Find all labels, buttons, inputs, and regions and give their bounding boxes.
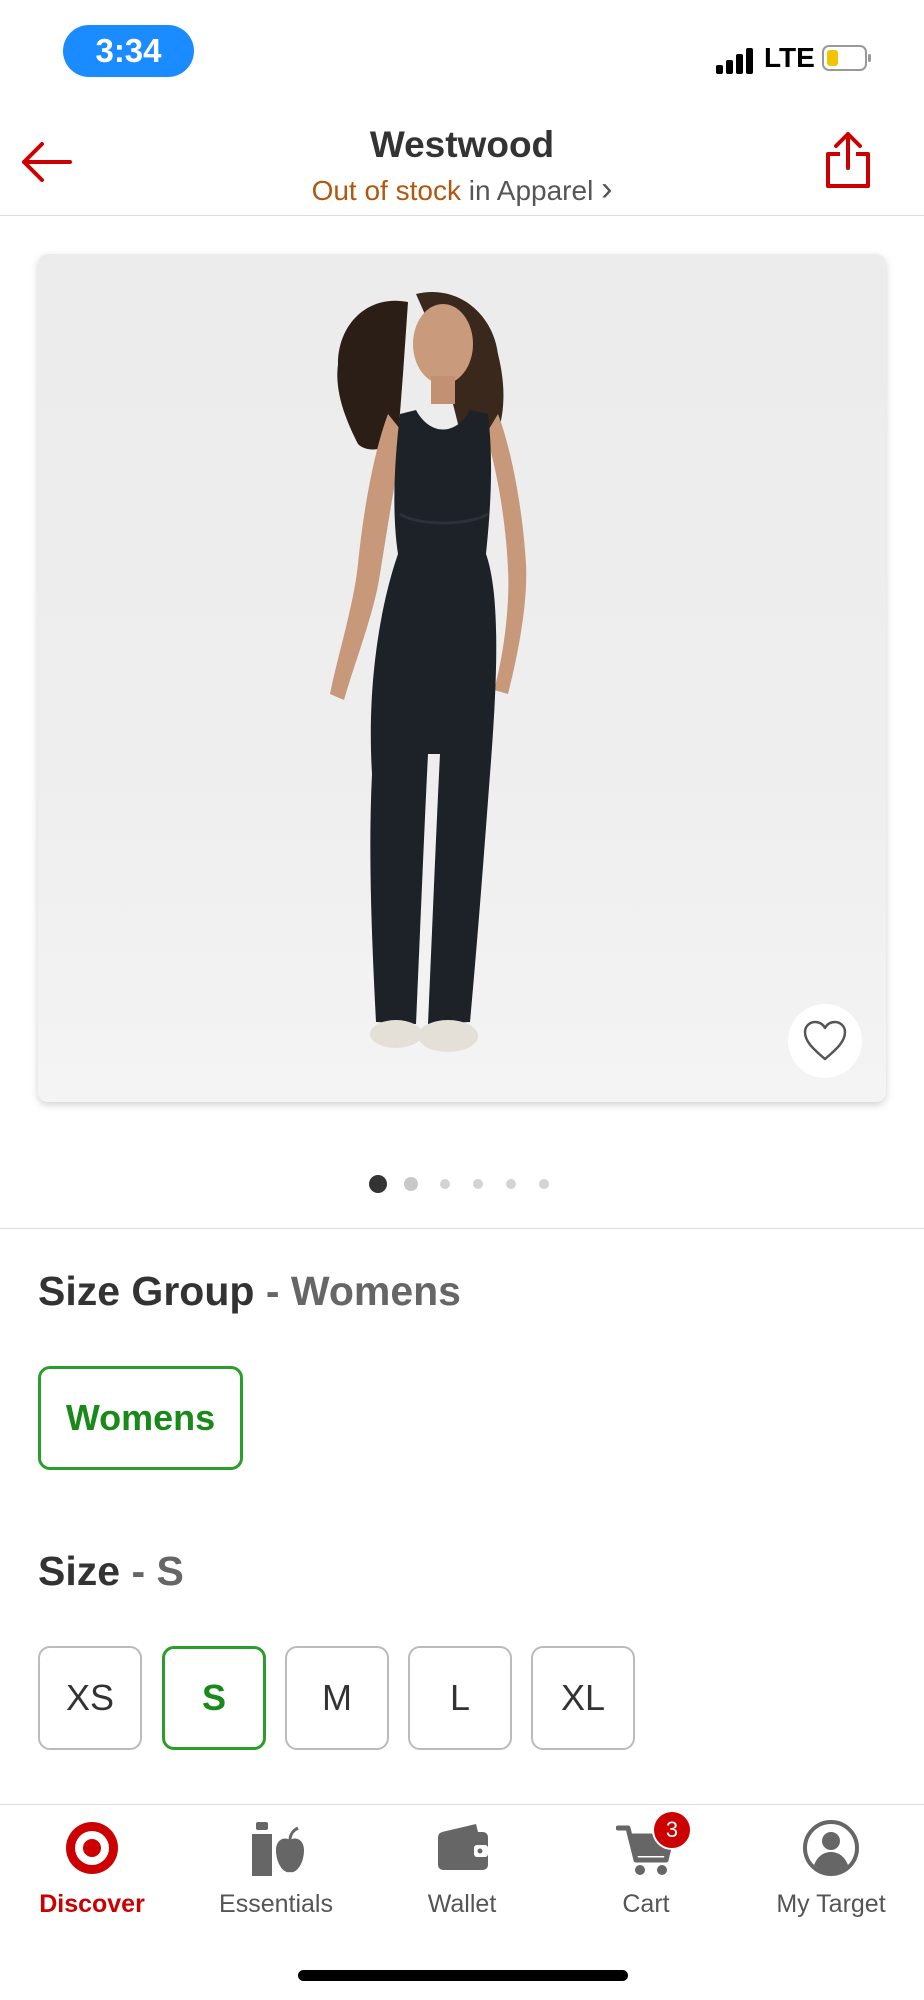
status-time: 3:34 bbox=[63, 25, 194, 77]
carousel-dot[interactable] bbox=[440, 1179, 450, 1189]
share-icon[interactable] bbox=[824, 130, 872, 190]
size-group-option-womens[interactable]: Womens bbox=[38, 1366, 243, 1470]
essentials-icon bbox=[246, 1818, 306, 1878]
carousel-dot[interactable] bbox=[404, 1177, 418, 1191]
cellular-signal-icon bbox=[716, 48, 754, 74]
network-type: LTE bbox=[764, 42, 815, 73]
nav-label-discover: Discover bbox=[39, 1890, 145, 1918]
wallet-icon bbox=[432, 1818, 492, 1878]
category-link[interactable]: in Apparel bbox=[461, 175, 594, 206]
size-group-selected: Womens bbox=[290, 1268, 461, 1314]
carousel-dot[interactable] bbox=[539, 1179, 549, 1189]
size-option-s[interactable]: S bbox=[162, 1646, 266, 1750]
carousel-dot[interactable] bbox=[506, 1179, 516, 1189]
nav-label-essentials: Essentials bbox=[219, 1890, 333, 1918]
size-option-xs[interactable]: XS bbox=[38, 1646, 142, 1750]
carousel-indicator[interactable] bbox=[364, 1172, 564, 1196]
size-label: Size bbox=[38, 1548, 121, 1594]
stock-status-line[interactable]: Out of stock in Apparel › bbox=[0, 170, 924, 209]
carousel-dot[interactable] bbox=[473, 1179, 483, 1189]
cart-count-badge: 3 bbox=[652, 1810, 692, 1850]
favorite-heart-icon[interactable] bbox=[788, 1004, 862, 1078]
size-option-l[interactable]: L bbox=[408, 1646, 512, 1750]
nav-label-my-target: My Target bbox=[776, 1890, 886, 1918]
model-jumpsuit-illustration bbox=[330, 292, 527, 1052]
size-option-xl[interactable]: XL bbox=[531, 1646, 635, 1750]
nav-divider bbox=[0, 1804, 924, 1805]
chevron-right-icon: › bbox=[601, 170, 613, 208]
home-indicator[interactable] bbox=[298, 1970, 628, 1981]
target-bullseye-icon bbox=[62, 1818, 122, 1878]
size-group-heading: Size Group - Womens bbox=[38, 1268, 461, 1315]
size-heading: Size - S bbox=[38, 1548, 184, 1595]
nav-label-cart: Cart bbox=[622, 1890, 670, 1918]
header-divider bbox=[0, 215, 924, 216]
nav-label-wallet: Wallet bbox=[427, 1890, 497, 1918]
battery-icon bbox=[822, 45, 872, 71]
stock-status: Out of stock bbox=[311, 175, 461, 206]
separator: - bbox=[254, 1268, 291, 1314]
carousel-dot[interactable] bbox=[369, 1175, 387, 1193]
nav-item-essentials[interactable]: Essentials bbox=[186, 1818, 366, 1928]
section-divider bbox=[0, 1228, 924, 1229]
nav-item-my-target[interactable]: My Target bbox=[741, 1818, 921, 1928]
separator: - bbox=[120, 1548, 157, 1594]
profile-icon bbox=[801, 1818, 861, 1878]
product-image[interactable] bbox=[38, 254, 886, 1102]
page-title: Westwood bbox=[369, 124, 555, 165]
nav-item-wallet[interactable]: Wallet bbox=[372, 1818, 552, 1928]
size-group-label: Size Group bbox=[38, 1268, 255, 1314]
size-option-m[interactable]: M bbox=[285, 1646, 389, 1750]
nav-item-discover[interactable]: Discover bbox=[2, 1818, 182, 1928]
size-selected: S bbox=[156, 1548, 184, 1594]
nav-item-cart[interactable]: 3 Cart bbox=[556, 1810, 736, 1928]
